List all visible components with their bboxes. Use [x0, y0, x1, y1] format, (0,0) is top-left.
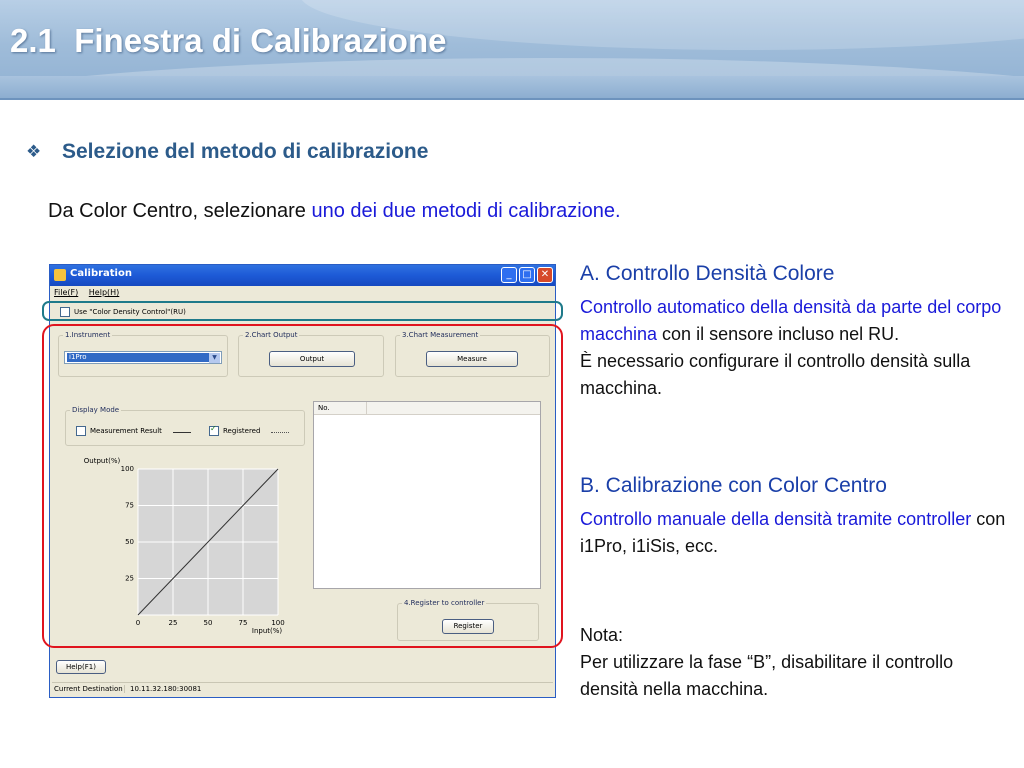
- method-b-title: B. Calibrazione con Color Centro: [580, 474, 887, 497]
- banner-stripe: [0, 76, 1024, 100]
- page-title: 2.1 Finestra di Calibrazione: [10, 22, 447, 59]
- method-a: A. Controllo Densità Colore Controllo au…: [580, 262, 1010, 402]
- app-icon: [54, 269, 66, 281]
- menu-bar: File(F) Help(H): [54, 288, 127, 297]
- method-a-line2: È necessario configurare il controllo de…: [580, 351, 971, 398]
- minimize-icon[interactable]: _: [501, 267, 517, 283]
- diamond-bullet-icon: ❖: [26, 142, 42, 161]
- status-bar: Current Destination 10.11.32.180:30081: [52, 682, 553, 696]
- note: Nota: Per utilizzare la fase “B”, disabi…: [580, 622, 1010, 703]
- highlight-method-b: [42, 324, 563, 648]
- header-banner: 2.1 Finestra di Calibrazione: [0, 0, 1024, 100]
- method-b-blue: Controllo manuale della densità tramite …: [580, 509, 972, 529]
- method-a-plain: con il sensore incluso nel RU.: [657, 324, 900, 344]
- intro-plain: Da Color Centro, selezionare: [48, 200, 312, 222]
- intro-highlight: uno dei due metodi di calibrazione.: [311, 200, 621, 222]
- window-titlebar[interactable]: Calibration _ □ ✕: [50, 265, 555, 286]
- section-heading: Selezione del metodo di calibrazione: [62, 140, 429, 163]
- section-heading-row: ❖ Selezione del metodo di calibrazione: [26, 140, 428, 164]
- banner-divider: [0, 98, 1024, 100]
- note-title: Nota:: [580, 625, 624, 645]
- method-a-body: Controllo automatico della densità da pa…: [580, 294, 1010, 402]
- status-label: Current Destination: [54, 685, 125, 693]
- menu-help[interactable]: Help(H): [89, 288, 120, 297]
- status-value: 10.11.32.180:30081: [130, 685, 202, 693]
- menu-file[interactable]: File(F): [54, 288, 78, 297]
- method-b-body: Controllo manuale della densità tramite …: [580, 506, 1010, 560]
- close-icon[interactable]: ✕: [537, 267, 553, 283]
- help-button[interactable]: Help(F1): [56, 660, 106, 674]
- method-b: B. Calibrazione con Color Centro Control…: [580, 474, 1010, 560]
- note-body: Per utilizzare la fase “B”, disabilitare…: [580, 652, 954, 699]
- method-a-title: A. Controllo Densità Colore: [580, 262, 835, 285]
- highlight-method-a: [42, 301, 563, 321]
- intro-text: Da Color Centro, selezionare uno dei due…: [48, 200, 621, 223]
- window-title: Calibration: [70, 268, 132, 279]
- maximize-icon[interactable]: □: [519, 267, 535, 283]
